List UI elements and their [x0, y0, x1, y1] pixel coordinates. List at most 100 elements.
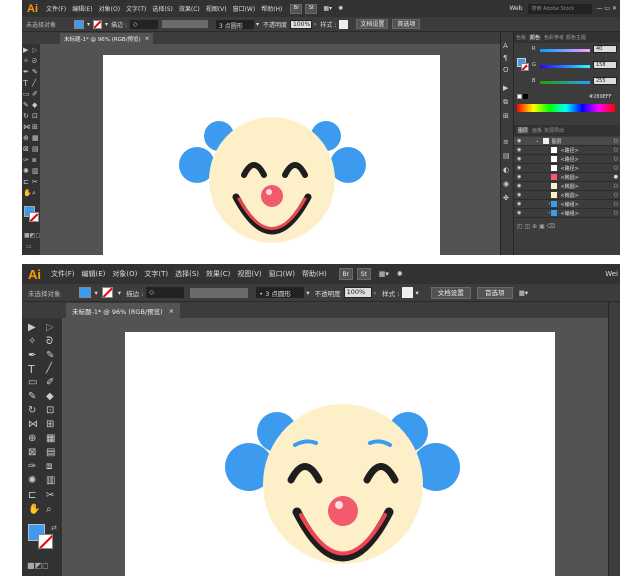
menu-type[interactable]: 文字(T) [144, 269, 168, 279]
target-icon[interactable]: ● [614, 174, 618, 180]
line-tool-icon[interactable]: ╱ [46, 363, 52, 374]
tab-color-guide[interactable]: 色彩参考 [544, 34, 564, 41]
menu-object[interactable]: 对象(O) [99, 4, 120, 13]
document-tab[interactable]: 未标题-1* @ 96% (RGB/预览) × [66, 303, 181, 318]
hand-tool-icon[interactable]: ✋ [28, 504, 40, 515]
stroke-color-icon[interactable] [29, 212, 39, 222]
tab-artboards[interactable]: 画板 [532, 127, 542, 134]
target-icon[interactable]: ○ [614, 210, 618, 216]
selection-tool-icon[interactable]: ▶ [23, 46, 28, 54]
perspective-grid-icon[interactable]: ▦ [46, 433, 55, 444]
window-controls[interactable]: — ▭ ✕ [596, 5, 617, 12]
target-icon[interactable]: ○ [614, 183, 618, 189]
brush-dropdown[interactable]: • 3 点圆形 [256, 287, 305, 298]
layer-row[interactable]: ◉ <椭圆> ● [514, 173, 620, 182]
type-tool-icon[interactable]: T [28, 363, 35, 376]
hand-tool-icon[interactable]: ✋ [23, 189, 32, 197]
rotate-tool-icon[interactable]: ↻ [28, 405, 36, 416]
stroke-swatch[interactable] [101, 287, 113, 298]
target-icon[interactable]: ○ [614, 156, 618, 162]
mesh-tool-icon[interactable]: ⊠ [28, 447, 36, 458]
r-input[interactable]: 40 [593, 45, 617, 53]
layers-footer-icons[interactable]: ◰ ◫ ⊕ ▣ ⌫ [517, 223, 555, 230]
artboard-tool-icon[interactable]: ⊏ [23, 178, 29, 186]
selection-tool-icon[interactable]: ▶ [28, 322, 36, 333]
swap-colors-icon[interactable]: ⇄ [51, 524, 57, 532]
color-mode-icons[interactable]: ■◩◻ [27, 561, 49, 570]
paintbrush-tool-icon[interactable]: ✐ [32, 90, 38, 98]
pen-tool-icon[interactable]: ✒ [28, 350, 36, 361]
tab-swatches[interactable]: 色板 [516, 34, 526, 41]
shaper-tool-icon[interactable]: ✎ [23, 101, 29, 109]
magic-wand-icon[interactable]: ✧ [28, 336, 36, 347]
tab-asset-export[interactable]: 资源导出 [544, 127, 564, 134]
variable-width-profile[interactable] [161, 20, 208, 28]
eye-icon[interactable]: ◉ [517, 210, 521, 216]
menu-type[interactable]: 文字(T) [126, 4, 146, 13]
mesh-tool-icon[interactable]: ⊠ [23, 145, 29, 153]
eye-icon[interactable]: ◉ [517, 165, 521, 171]
eyedropper-icon[interactable]: ✑ [28, 461, 36, 472]
clown-face[interactable] [209, 117, 335, 243]
workspace-switcher[interactable]: Wei [605, 270, 618, 278]
menu-view[interactable]: 视图(V) [206, 4, 227, 13]
direct-selection-tool-icon[interactable]: ▷ [32, 46, 37, 54]
scale-tool-icon[interactable]: ⊡ [46, 405, 54, 416]
graph-tool-icon[interactable]: ▥ [46, 475, 55, 486]
layer-row[interactable]: ◉ <路径> ○ [514, 164, 620, 173]
gradient-panel-icon[interactable]: ▤ [503, 152, 510, 160]
stock-search-input[interactable]: 搜索 Adobe Stock [528, 3, 593, 14]
arrange-icon[interactable]: ▦▾ [323, 5, 332, 12]
eraser-tool-icon[interactable]: ◆ [46, 391, 54, 402]
panel-stroke-swatch[interactable] [521, 63, 529, 71]
black-swatch[interactable] [523, 94, 528, 99]
style-swatch[interactable] [339, 19, 349, 29]
menu-window[interactable]: 窗口(W) [233, 4, 256, 13]
layer-row-parent[interactable]: ◉ ⌄ 图层 ○ [514, 137, 620, 146]
scale-tool-icon[interactable]: ⊡ [32, 112, 38, 120]
opacity-input[interactable]: 100% [290, 19, 313, 29]
bridge-button[interactable]: Br [338, 268, 353, 280]
opacity-label[interactable]: 不透明度 [263, 20, 287, 29]
menu-help[interactable]: 帮助(H) [302, 269, 327, 279]
tab-color[interactable]: 颜色 [528, 34, 543, 41]
style-swatch[interactable] [402, 287, 414, 298]
g-input[interactable]: 158 [593, 61, 617, 69]
curvature-tool-icon[interactable]: ✎ [46, 350, 54, 361]
stroke-color-icon[interactable] [38, 534, 53, 549]
slice-tool-icon[interactable]: ✂ [46, 490, 54, 501]
eye-icon[interactable]: ◉ [517, 183, 521, 189]
preferences-button[interactable]: 首选项 [392, 19, 421, 29]
slice-tool-icon[interactable]: ✂ [32, 178, 38, 186]
free-transform-icon[interactable]: ⊞ [32, 123, 38, 131]
shaper-tool-icon[interactable]: ✎ [28, 391, 36, 402]
graph-tool-icon[interactable]: ▥ [32, 167, 39, 175]
workspace-switcher[interactable]: Web [509, 5, 522, 12]
hex-value[interactable]: #289EFF [589, 94, 612, 100]
clown-illustration[interactable] [103, 55, 440, 255]
menu-object[interactable]: 对象(O) [112, 269, 137, 279]
b-slider[interactable] [540, 81, 590, 84]
gradient-tool-icon[interactable]: ▤ [46, 447, 55, 458]
line-tool-icon[interactable]: ╱ [32, 79, 36, 87]
white-swatch[interactable] [517, 94, 522, 99]
clown-face[interactable] [263, 404, 423, 564]
clown-illustration[interactable] [125, 332, 555, 576]
zoom-tool-icon[interactable]: ⌕ [32, 189, 36, 198]
color-spectrum[interactable] [517, 104, 615, 112]
rectangle-tool-icon[interactable]: ▭ [28, 377, 37, 388]
clown-nose[interactable] [328, 496, 358, 526]
bridge-button[interactable]: Br [290, 3, 303, 14]
layer-row[interactable]: ◉ › <编组> ○ [514, 200, 620, 209]
target-icon[interactable]: ○ [614, 138, 618, 144]
artboard[interactable] [103, 55, 440, 255]
lasso-icon[interactable]: ᘐ [32, 57, 37, 66]
menu-select[interactable]: 选择(S) [152, 4, 173, 13]
menu-edit[interactable]: 编辑(E) [72, 4, 92, 13]
perspective-grid-icon[interactable]: ▦ [32, 134, 39, 142]
paragraph-icon[interactable]: ¶ [503, 54, 507, 62]
color-mode-icons[interactable]: ■◩◻ [24, 232, 40, 239]
screen-mode-icon[interactable]: ▭ [26, 243, 32, 250]
symbol-sprayer-icon[interactable]: ✺ [23, 167, 29, 175]
stroke-weight-input[interactable]: ◇ [129, 19, 158, 29]
